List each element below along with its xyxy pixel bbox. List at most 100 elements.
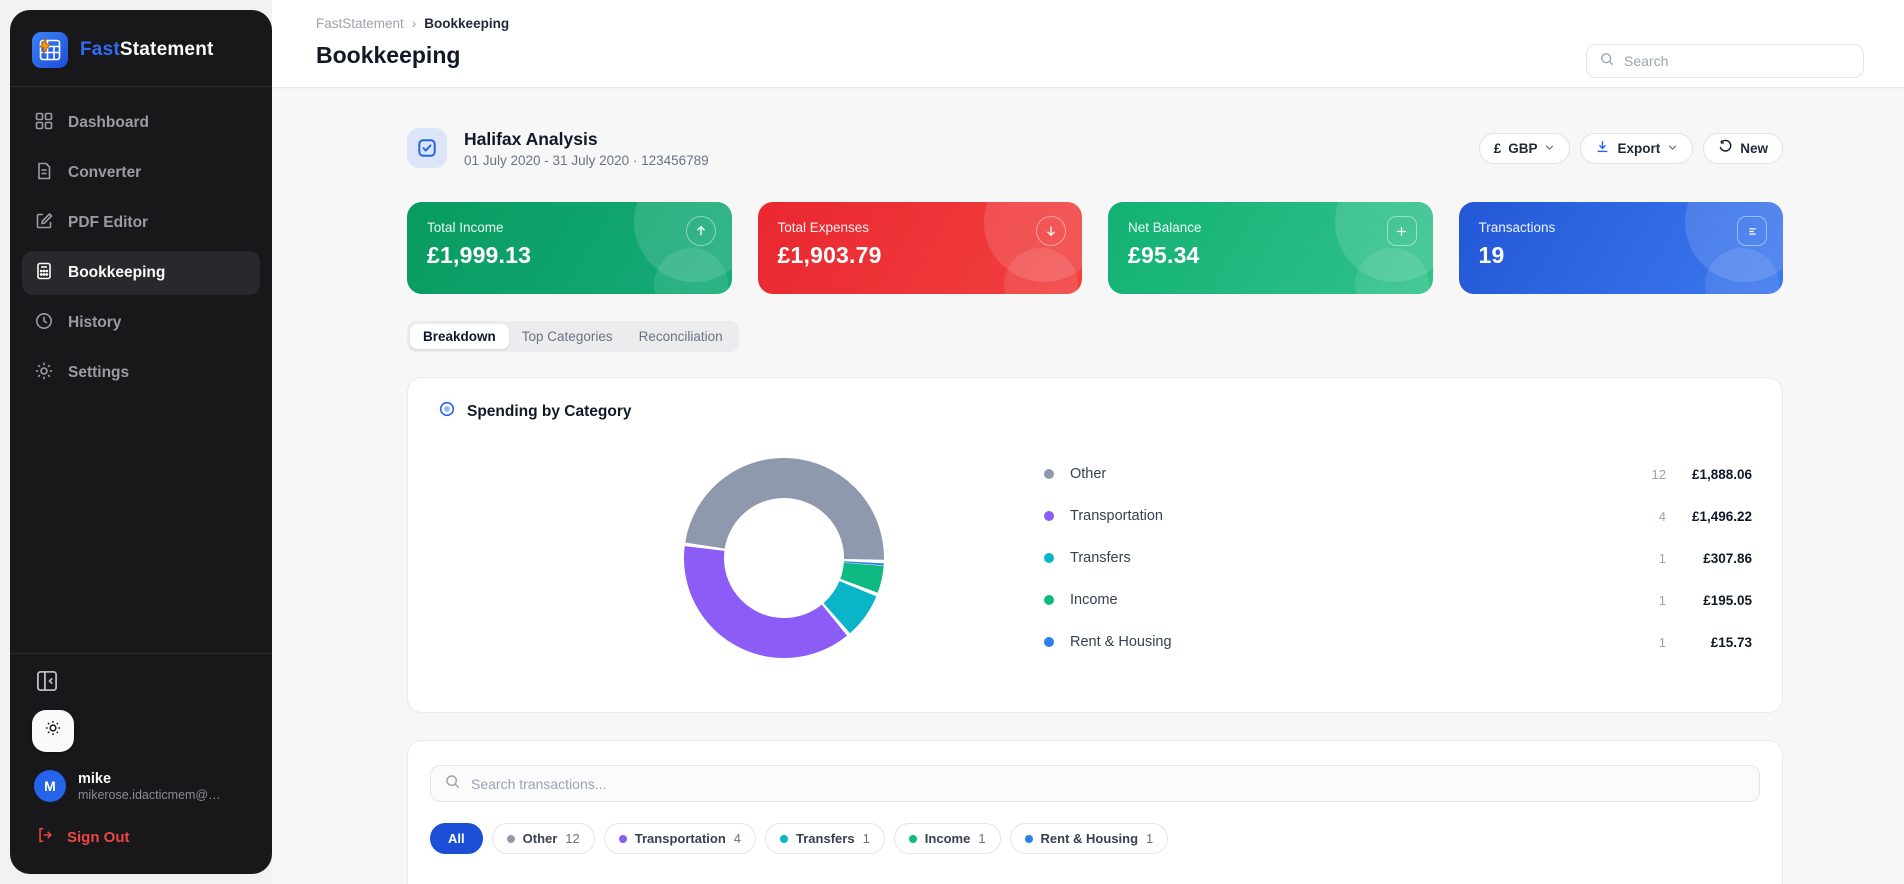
- arrow-down-icon: [1036, 216, 1066, 246]
- view-tabs: Breakdown Top Categories Reconciliation: [407, 321, 739, 352]
- breadcrumb-separator: ›: [411, 16, 417, 31]
- chevron-down-icon: [1667, 141, 1678, 156]
- legend-amount: £307.86: [1703, 550, 1752, 566]
- stat-label: Transactions: [1478, 220, 1556, 235]
- sign-out-button[interactable]: Sign Out: [10, 816, 272, 874]
- sun-icon: [44, 719, 62, 742]
- sign-out-label: Sign Out: [67, 828, 130, 846]
- sidebar-item-dashboard[interactable]: Dashboard: [22, 101, 260, 145]
- legend-amount: £1,496.22: [1691, 508, 1752, 524]
- filter-chip-all[interactable]: All: [430, 823, 483, 854]
- transactions-search-input[interactable]: [471, 775, 1746, 792]
- dashboard-icon: [34, 111, 54, 136]
- legend-count: 1: [1658, 634, 1666, 650]
- stat-label: Total Income: [427, 220, 504, 235]
- filter-chip-transportation[interactable]: Transportation 4: [603, 823, 757, 854]
- transactions-search[interactable]: [430, 765, 1760, 802]
- collapse-sidebar-button[interactable]: [34, 668, 62, 696]
- legend-label: Transportation: [1070, 508, 1163, 524]
- pie-chart-icon: [438, 400, 456, 423]
- sidebar-item-converter[interactable]: Converter: [22, 151, 260, 195]
- page-header: FastStatement › Bookkeeping Bookkeeping: [272, 0, 1904, 88]
- user-profile[interactable]: M mike mikerose.idacticmem@…: [10, 768, 272, 816]
- category-dot: [1024, 834, 1033, 843]
- category-dot: [780, 834, 789, 843]
- filter-chip-rent-housing[interactable]: Rent & Housing 1: [1009, 823, 1169, 854]
- legend-row[interactable]: Other 12 £1,888.06: [1044, 453, 1752, 495]
- content: Halifax Analysis 01 July 2020 - 31 July …: [272, 89, 1904, 884]
- legend-row[interactable]: Transfers 1 £307.86: [1044, 537, 1752, 579]
- lightning-bolt-icon: [39, 38, 51, 54]
- analysis-subtitle: 01 July 2020 - 31 July 2020 · 123456789: [464, 152, 709, 168]
- sidebar-item-label: Dashboard: [68, 114, 149, 131]
- breadcrumb-current: Bookkeeping: [424, 16, 510, 31]
- export-dropdown[interactable]: Export: [1580, 132, 1694, 164]
- stat-card-transactions: Transactions 19: [1458, 202, 1783, 294]
- legend-label: Rent & Housing: [1070, 634, 1172, 650]
- app-logo-icon: [32, 32, 68, 68]
- legend-label: Other: [1070, 466, 1107, 482]
- main-area: FastStatement › Bookkeeping Bookkeeping …: [272, 0, 1904, 884]
- sidebar-item-settings[interactable]: Settings: [22, 351, 260, 395]
- calculator-icon: [34, 261, 54, 286]
- sidebar-item-label: Converter: [68, 164, 142, 181]
- legend-row[interactable]: Transportation 4 £1,496.22: [1044, 495, 1752, 537]
- clock-icon: [34, 311, 54, 336]
- legend-dot: [1044, 469, 1054, 479]
- filter-chip-transfers[interactable]: Transfers 1: [765, 823, 885, 854]
- transactions-card: All Other12 Transportation4 Transfers1: [407, 740, 1783, 884]
- spending-by-category-card: Spending by Category Other 12 £1,888.06: [407, 377, 1783, 713]
- filter-chip-other[interactable]: Other 12: [491, 823, 595, 854]
- legend-count: 12: [1651, 466, 1666, 482]
- download-icon: [1595, 139, 1610, 157]
- legend-row[interactable]: Income 1 £195.05: [1044, 579, 1752, 621]
- legend-row[interactable]: Rent & Housing 1 £15.73: [1044, 621, 1752, 663]
- legend-amount: £1,888.06: [1691, 466, 1752, 482]
- donut-chart[interactable]: [684, 458, 884, 658]
- breadcrumb: FastStatement › Bookkeeping: [316, 16, 509, 31]
- sidebar-item-pdf-editor[interactable]: PDF Editor: [22, 201, 260, 245]
- analysis-title: Halifax Analysis: [464, 129, 598, 150]
- tab-breakdown[interactable]: Breakdown: [410, 324, 509, 349]
- divider: [10, 86, 272, 87]
- category-filters: All Other 12 Transportation 4 Transfers 1: [430, 823, 1760, 854]
- sidebar: FastStatement Dashboard Converter PDF Ed…: [10, 10, 272, 874]
- pound-icon: £: [1493, 140, 1502, 156]
- stat-cards: Total Income £1,999.13 Total Expenses £1…: [407, 202, 1783, 294]
- category-dot: [506, 834, 515, 843]
- sidebar-item-label: Settings: [68, 364, 130, 381]
- chevron-down-icon: [1544, 141, 1555, 156]
- stat-label: Net Balance: [1128, 220, 1202, 235]
- arrow-up-icon: [685, 216, 716, 246]
- global-search[interactable]: [1586, 44, 1864, 78]
- filter-chip-income[interactable]: Income 1: [893, 823, 1001, 854]
- tab-reconciliation[interactable]: Reconciliation: [626, 324, 736, 349]
- sidebar-item-history[interactable]: History: [22, 301, 260, 345]
- page-title: Bookkeeping: [316, 42, 461, 68]
- chart-title: Spending by Category: [467, 402, 632, 420]
- sidebar-nav: Dashboard Converter PDF Editor Bookkeepi…: [10, 97, 272, 399]
- legend-count: 4: [1658, 508, 1666, 524]
- tab-top-categories[interactable]: Top Categories: [509, 324, 626, 349]
- legend-count: 1: [1658, 550, 1666, 566]
- logout-icon: [36, 826, 54, 848]
- stat-card-net-balance: Net Balance £95.34: [1108, 202, 1433, 294]
- breadcrumb-root[interactable]: FastStatement: [316, 16, 404, 31]
- theme-toggle-button[interactable]: [32, 709, 74, 752]
- stat-label: Total Expenses: [777, 220, 870, 235]
- analysis-header: Halifax Analysis 01 July 2020 - 31 July …: [407, 128, 1783, 168]
- sidebar-item-bookkeeping[interactable]: Bookkeeping: [22, 251, 260, 295]
- new-button[interactable]: New: [1703, 132, 1783, 164]
- brand-name: FastStatement: [80, 39, 214, 60]
- gear-icon: [34, 361, 54, 386]
- document-icon: [34, 161, 54, 186]
- currency-dropdown[interactable]: £ GBP: [1478, 132, 1571, 164]
- search-input[interactable]: [1624, 53, 1851, 69]
- plus-icon: [1386, 216, 1417, 246]
- divider: [10, 652, 272, 654]
- legend-dot: [1044, 637, 1054, 647]
- legend-label: Transfers: [1070, 550, 1131, 566]
- sidebar-item-label: PDF Editor: [68, 214, 149, 231]
- legend-dot: [1044, 553, 1054, 563]
- edit-icon: [34, 211, 54, 236]
